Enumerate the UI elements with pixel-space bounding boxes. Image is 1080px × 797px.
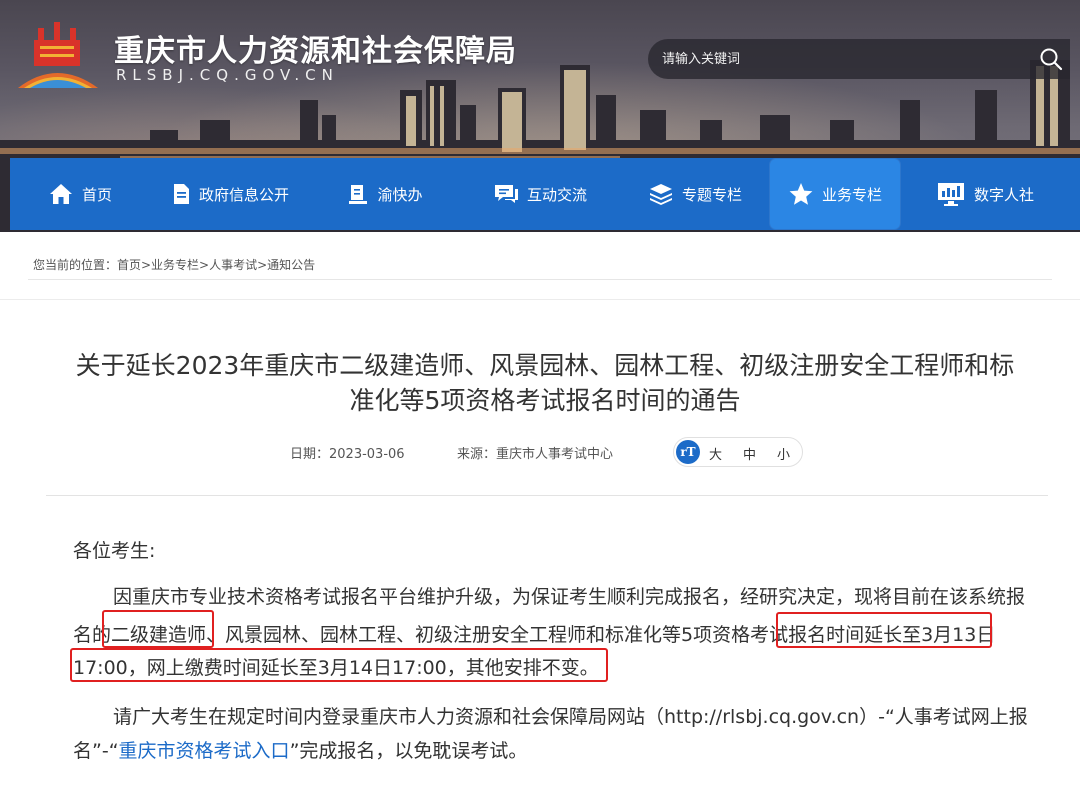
article-greeting: 各位考生: bbox=[73, 540, 156, 562]
nav-item-digital[interactable]: 数字人社 bbox=[900, 158, 1070, 230]
nav-item-home[interactable]: 首页 bbox=[10, 158, 150, 230]
highlight-box-deadline-end bbox=[70, 648, 608, 682]
nav-item-gov-info[interactable]: 政府信息公开 bbox=[150, 158, 310, 230]
font-size-icon: rT bbox=[676, 440, 700, 464]
article-source: 来源：重庆市人事考试中心 bbox=[457, 447, 614, 462]
book-icon bbox=[349, 185, 368, 204]
font-size-small-button[interactable]: 小 bbox=[777, 444, 790, 463]
highlight-box-deadline-start bbox=[776, 612, 992, 648]
breadcrumb-divider bbox=[28, 279, 1052, 280]
site-title: 重庆市人力资源和社会保障局 bbox=[114, 34, 517, 69]
nav-item-interaction[interactable]: 互动交流 bbox=[460, 158, 620, 230]
site-domain: RLSBJ.CQ.GOV.CN bbox=[116, 66, 339, 84]
article-title: 关于延长2023年重庆市二级建造师、风景园林、园林工程、初级注册安全工程师和标 … bbox=[40, 348, 1050, 418]
layers-icon bbox=[649, 184, 672, 205]
article-date: 日期：2023-03-06 bbox=[290, 447, 405, 462]
home-icon bbox=[49, 184, 72, 204]
breadcrumb-bar: 您当前的位置：首页>业务专栏>人事考试>通知公告 bbox=[0, 232, 1080, 300]
highlight-box-exam-name bbox=[102, 610, 214, 648]
chat-icon bbox=[494, 185, 518, 203]
search-box bbox=[648, 39, 1070, 79]
font-size-large-button[interactable]: 大 bbox=[709, 444, 722, 463]
star-icon bbox=[789, 183, 813, 205]
article-title-line-2: 准化等5项资格考试报名时间的通告 bbox=[349, 386, 741, 415]
article-divider bbox=[46, 495, 1048, 496]
font-size-medium-button[interactable]: 中 bbox=[743, 444, 756, 463]
paragraph-1-line-1: 因重庆市专业技术资格考试报名平台维护升级，为保证考生顺利完成报名，经研究决定，现… bbox=[113, 586, 1026, 608]
nav-label-business: 业务专栏 bbox=[821, 185, 882, 204]
nav-item-yukuaiban[interactable]: 渝快办 bbox=[310, 158, 460, 230]
nav-item-topics[interactable]: 专题专栏 bbox=[620, 158, 770, 230]
paragraph-2-text-a: 名”-“ bbox=[73, 740, 119, 762]
paragraph-2-text-b: ”完成报名，以免耽误考试。 bbox=[289, 740, 528, 762]
nav-label-yukuaiban: 渝快办 bbox=[377, 185, 423, 204]
paragraph-2-line-2: 名”-“重庆市资格考试入口”完成报名，以免耽误考试。 bbox=[73, 736, 527, 763]
main-nav: 首页 政府信息公开 渝快办 互动交流 专题专栏 业务专栏 数字人社 bbox=[10, 158, 1080, 230]
nav-item-business[interactable]: 业务专栏 bbox=[770, 159, 900, 229]
paragraph-2-line-1: 请广大考生在规定时间内登录重庆市人力资源和社会保障局网站（http://rlsb… bbox=[113, 706, 1028, 728]
exam-entry-link[interactable]: 重庆市资格考试入口 bbox=[119, 740, 290, 762]
breadcrumb[interactable]: 您当前的位置：首页>业务专栏>人事考试>通知公告 bbox=[33, 256, 315, 273]
nav-label-interaction: 互动交流 bbox=[526, 185, 587, 204]
bureau-logo-icon bbox=[18, 22, 98, 88]
nav-label-gov-info: 政府信息公开 bbox=[198, 185, 289, 204]
monitor-icon bbox=[937, 183, 964, 206]
search-input[interactable] bbox=[662, 48, 1022, 70]
article-title-line-1: 关于延长2023年重庆市二级建造师、风景园林、园林工程、初级注册安全工程师和标 bbox=[75, 351, 1015, 380]
nav-label-topics: 专题专栏 bbox=[681, 185, 742, 204]
search-icon[interactable] bbox=[1038, 46, 1064, 72]
document-icon bbox=[173, 184, 189, 204]
nav-label-digital: 数字人社 bbox=[973, 185, 1034, 204]
nav-label-home: 首页 bbox=[81, 185, 112, 204]
